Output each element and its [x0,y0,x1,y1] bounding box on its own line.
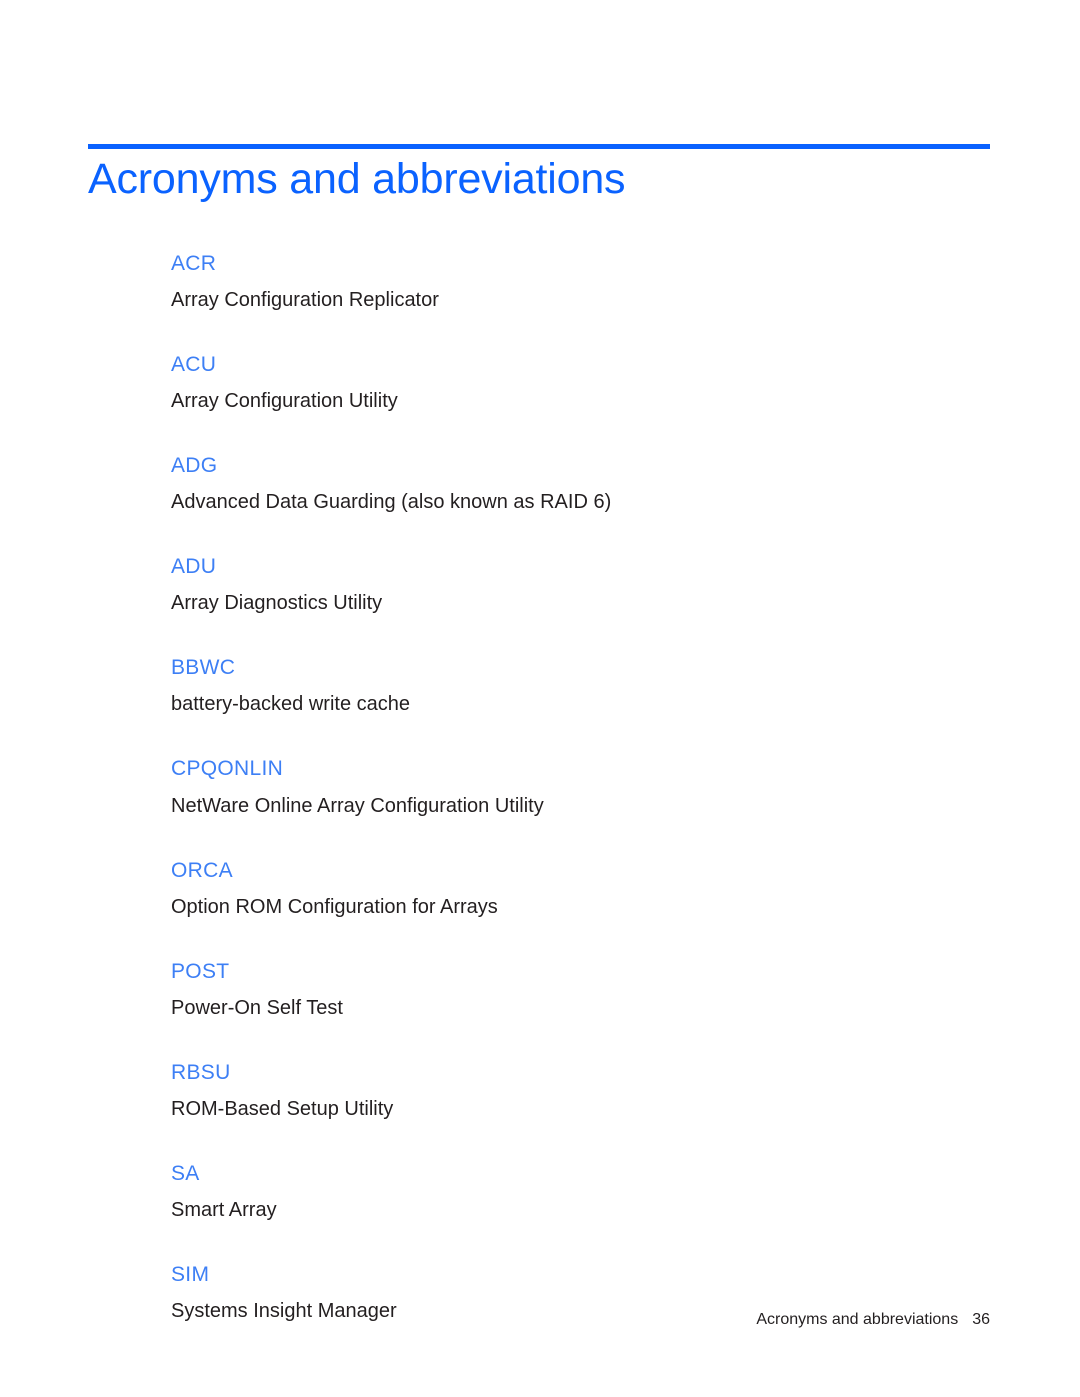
glossary-term: ADG [171,454,218,478]
glossary-entry: POST Power-On Self Test [171,960,951,1020]
glossary-term: ACU [171,353,217,377]
glossary-entry: ORCA Option ROM Configuration for Arrays [171,859,951,919]
glossary-definition: battery-backed write cache [171,693,411,716]
glossary-definition: Option ROM Configuration for Arrays [171,895,498,918]
glossary-term: CPQONLIN [171,757,284,781]
glossary-definition: ROM-Based Setup Utility [171,1097,394,1120]
glossary-entry: ACR Array Configuration Replicator [171,252,951,312]
glossary-entry: RBSU ROM-Based Setup Utility [171,1061,951,1121]
glossary-term: SIM [171,1262,210,1286]
glossary-entry: CPQONLIN NetWare Online Array Configurati… [171,757,951,817]
glossary-definition: Advanced Data Guarding (also known as RA… [171,491,612,514]
footer-section-label: Acronyms and abbreviations [756,1311,959,1328]
page-title: Acronyms and abbreviations [88,155,626,203]
glossary-term: SA [171,1161,200,1185]
glossary-term: RBSU [171,1060,231,1084]
glossary-entry: ADG Advanced Data Guarding (also known as… [171,454,951,514]
glossary-definition: Power-On Self Test [171,996,343,1019]
document-page: Acronyms and abbreviations ACR Array Conf… [0,0,1080,1397]
glossary-definition: Array Configuration Utility [171,390,398,413]
glossary-entry: SA Smart Array [171,1162,951,1222]
glossary-definition: Array Configuration Replicator [171,289,439,312]
glossary-term: ACR [171,252,217,275]
page-title-block: Acronyms and abbreviations [88,144,990,204]
glossary-entry: ACU Array Configuration Utility [171,353,951,413]
glossary-term: ORCA [171,858,233,882]
glossary-definition: Array Diagnostics Utility [171,592,383,615]
glossary-term: POST [171,959,230,983]
glossary-definition: Smart Array [171,1198,277,1221]
glossary-term: BBWC [171,656,236,680]
glossary-list: ACR Array Configuration Replicator ACU Arra… [171,252,951,1323]
glossary-entry: ADU Array Diagnostics Utility [171,555,951,615]
footer-page-number: 36 [972,1311,990,1328]
glossary-entry: BBWC battery-backed write cache [171,656,951,716]
glossary-term: ADU [171,555,217,579]
glossary-definition: NetWare Online Array Configuration Utili… [171,794,544,817]
page-footer: Acronyms and abbreviations 36 [88,1310,990,1329]
